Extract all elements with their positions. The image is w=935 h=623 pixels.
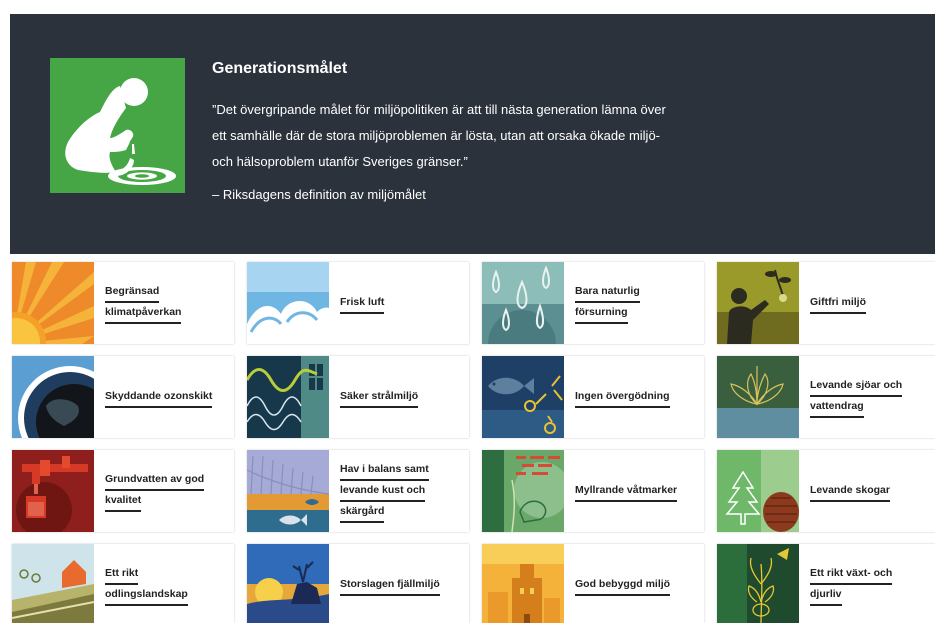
goal-name-line: God bebyggd miljö <box>575 575 671 596</box>
boat-fish-icon <box>247 450 329 532</box>
goal-card-label: Ett rikt växt- och djurliv <box>810 544 935 623</box>
boy-drinking-water-icon <box>50 58 185 193</box>
fish-icon <box>482 356 564 438</box>
quote-line: ”Det övergripande målet för miljöpolitik… <box>212 102 666 117</box>
goal-card-climate[interactable]: Begränsad klimatpåverkan <box>12 262 234 344</box>
goal-card-label: Giftfri miljö <box>810 262 935 344</box>
reindeer-mountain-icon <box>247 544 329 623</box>
goal-card-clean-air[interactable]: Frisk luft <box>247 262 469 344</box>
goal-name-line: Ingen övergödning <box>575 387 670 408</box>
goal-card-wetlands[interactable]: Myllrande våtmarker <box>482 450 704 532</box>
goal-card-acidification[interactable]: Bara naturlig försurning <box>482 262 704 344</box>
goal-card-label: Bara naturlig försurning <box>575 262 700 344</box>
goal-card-label: Skyddande ozonskikt <box>105 356 230 438</box>
goal-card-label: Levande sjöar och vattendrag <box>810 356 935 438</box>
goal-card-label: Ingen övergödning <box>575 356 700 438</box>
environmental-goals-grid: Begränsad klimatpåverkan Frisk luft Bara… <box>12 262 935 623</box>
quote-attribution: – Riksdagens definition av miljömålet <box>212 187 426 202</box>
goal-name-line: skärgård <box>340 502 385 523</box>
quote-line: ett samhälle där de stora miljöproblemen… <box>212 128 660 143</box>
raindrops-icon <box>482 262 564 344</box>
goal-name-line: levande kust och <box>340 481 426 502</box>
goal-card-label: Levande skogar <box>810 450 935 532</box>
goal-name-line: försurning <box>575 303 628 324</box>
frog-icon <box>482 450 564 532</box>
pine-tree-icon <box>717 450 799 532</box>
goal-card-biodiversity[interactable]: Ett rikt växt- och djurliv <box>717 544 935 623</box>
goal-name-line: Skyddande ozonskikt <box>105 387 213 408</box>
goal-name-line: odlingslandskap <box>105 585 188 606</box>
goal-card-label: Frisk luft <box>340 262 465 344</box>
goal-card-forests[interactable]: Levande skogar <box>717 450 935 532</box>
person-plant-icon <box>717 262 799 344</box>
sun-icon <box>12 262 94 344</box>
clouds-icon <box>247 262 329 344</box>
goal-name-line: Hav i balans samt <box>340 460 429 481</box>
goal-card-built-environment[interactable]: God bebyggd miljö <box>482 544 704 623</box>
goal-card-label: Grundvatten av god kvalitet <box>105 450 230 532</box>
goal-name-line: Ett rikt <box>105 564 139 585</box>
goal-name-line: Levande sjöar och <box>810 376 903 397</box>
radiation-waves-icon <box>247 356 329 438</box>
goal-title: Generationsmålet <box>212 60 348 77</box>
goal-card-label: God bebyggd miljö <box>575 544 700 623</box>
buildings-icon <box>482 544 564 623</box>
farmland-icon <box>12 544 94 623</box>
generation-goal-banner: Generationsmålet ”Det övergripande målet… <box>10 14 935 254</box>
goal-card-farmland[interactable]: Ett rikt odlingslandskap <box>12 544 234 623</box>
goal-name-line: Giftfri miljö <box>810 293 866 314</box>
goal-name-line: Frisk luft <box>340 293 385 314</box>
goal-name-line: Bara naturlig <box>575 282 640 303</box>
goal-card-radiation[interactable]: Säker strålmiljö <box>247 356 469 438</box>
goal-name-line: Ett rikt växt- och <box>810 564 893 585</box>
goal-name-line: vattendrag <box>810 397 864 418</box>
goal-card-lakes[interactable]: Levande sjöar och vattendrag <box>717 356 935 438</box>
goal-card-groundwater[interactable]: Grundvatten av god kvalitet <box>12 450 234 532</box>
orchid-icon <box>717 544 799 623</box>
goal-name-line: djurliv <box>810 585 842 606</box>
goal-card-label: Storslagen fjällmiljö <box>340 544 465 623</box>
goal-name-line: Begränsad <box>105 282 160 303</box>
goal-card-sea[interactable]: Hav i balans samt levande kust och skärg… <box>247 450 469 532</box>
goal-card-toxic-free[interactable]: Giftfri miljö <box>717 262 935 344</box>
goal-card-ozone[interactable]: Skyddande ozonskikt <box>12 356 234 438</box>
goal-card-label: Säker strålmiljö <box>340 356 465 438</box>
goal-card-label: Hav i balans samt levande kust och skärg… <box>340 450 465 532</box>
goal-card-label: Ett rikt odlingslandskap <box>105 544 230 623</box>
goal-name-line: Myllrande våtmarker <box>575 481 678 502</box>
goal-name-line: Säker strålmiljö <box>340 387 419 408</box>
quote-line: och hälsoproblem utanför Sveriges gränse… <box>212 154 468 169</box>
goal-card-eutrophication[interactable]: Ingen övergödning <box>482 356 704 438</box>
goal-card-mountains[interactable]: Storslagen fjällmiljö <box>247 544 469 623</box>
earth-ozone-icon <box>12 356 94 438</box>
goal-name-line: Grundvatten av god <box>105 470 205 491</box>
goal-name-line: Storslagen fjällmiljö <box>340 575 440 596</box>
goal-name-line: klimatpåverkan <box>105 303 182 324</box>
water-lily-icon <box>717 356 799 438</box>
goal-card-label: Myllrande våtmarker <box>575 450 700 532</box>
goal-card-label: Begränsad klimatpåverkan <box>105 262 230 344</box>
goal-name-line: Levande skogar <box>810 481 890 502</box>
goal-quote: ”Det övergripande målet för miljöpolitik… <box>212 97 752 175</box>
goal-name-line: kvalitet <box>105 491 142 512</box>
water-tap-icon <box>12 450 94 532</box>
